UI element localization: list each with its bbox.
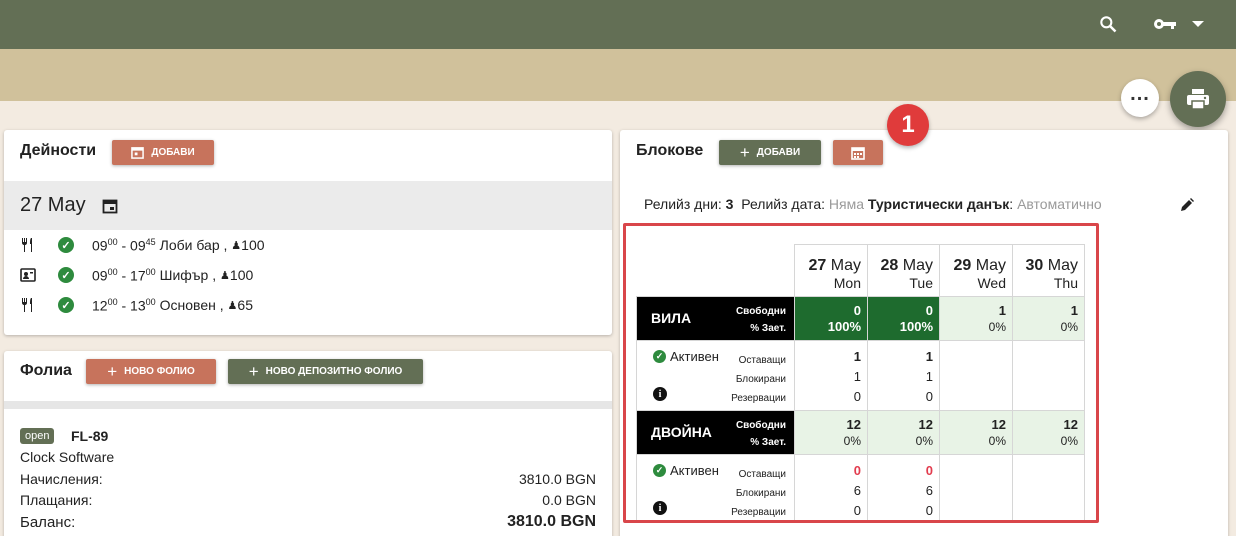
folio-number[interactable]: FL-89 (71, 428, 108, 444)
print-icon (1187, 89, 1209, 110)
plus-icon: + (739, 143, 750, 162)
activity-guests: 100 (241, 237, 265, 253)
plus-icon: + (107, 362, 118, 381)
balance-label: Баланс: (20, 514, 76, 531)
activity-time: 0900 - 1700 (92, 266, 156, 284)
release-date-value: Няма (828, 196, 864, 212)
add-block-label: ДОБАВИ (756, 147, 801, 158)
calendar-icon (851, 146, 865, 160)
blocks-title: Блокове (636, 142, 704, 159)
add-activity-label: ДОБАВИ (151, 147, 195, 158)
highlight-frame (623, 223, 1099, 523)
check-icon: ✓ (58, 237, 74, 253)
activity-name: Шифър (159, 267, 209, 283)
activity-time: 0900 - 0945 (92, 236, 156, 254)
tourist-tax-value: Автоматично (1017, 196, 1102, 212)
charges-value: 3810.0 BGN (518, 471, 596, 487)
folios-title: Фолиа (20, 362, 72, 379)
calendar-icon (131, 147, 145, 159)
chevron-down-icon[interactable] (1186, 12, 1210, 36)
header-band (0, 49, 1236, 101)
check-icon: ✓ (58, 267, 74, 283)
new-folio-label: НОВО ФОЛИО (124, 366, 195, 377)
activity-time: 1200 - 1300 (92, 296, 156, 314)
check-icon: ✓ (58, 297, 74, 313)
search-icon[interactable] (1096, 12, 1120, 36)
charges-label: Начисления: (20, 471, 103, 487)
activities-title: Дейности (20, 142, 97, 159)
person-icon: ♟ (231, 239, 242, 252)
plus-icon: + (248, 362, 259, 381)
release-info: Релийз дни: 3 Релийз дата: Няма Туристич… (644, 196, 1102, 212)
presentation-icon (20, 268, 36, 282)
calendar-icon[interactable] (102, 198, 118, 217)
person-icon: ♟ (227, 299, 238, 312)
payments-label: Плащания: (20, 492, 93, 508)
restaurant-icon (22, 238, 32, 252)
date-band (4, 181, 612, 230)
balance-value: 3810.0 BGN (507, 513, 596, 530)
more-actions-button[interactable]: ... (1121, 79, 1159, 117)
activities-date: 27 May (20, 194, 86, 216)
activity-row[interactable]: ✓ 0900 - 0945 Лоби бар , ♟ 100 (20, 235, 265, 255)
person-icon: ♟ (220, 269, 230, 282)
top-app-bar (0, 0, 1236, 49)
new-folio-button[interactable]: + НОВО ФОЛИО (86, 359, 216, 384)
activity-guests: 100 (229, 267, 254, 283)
folio-company: Clock Software (20, 449, 115, 465)
activity-row[interactable]: ✓ 0900 - 1700 Шифър , ♟ 100 (20, 265, 253, 285)
release-date-label: Релийз дата: (741, 196, 825, 212)
release-days-value: 3 (725, 196, 734, 212)
payments-value: 0.0 BGN (542, 492, 596, 508)
key-icon[interactable] (1152, 12, 1178, 36)
add-block-button[interactable]: + ДОБАВИ (719, 140, 821, 165)
notification-badge: 1 (887, 104, 929, 146)
folio-divider (4, 401, 612, 409)
folio-status-badge: open (20, 428, 55, 444)
activity-guests: 65 (237, 297, 253, 313)
release-days-label: Релийз дни: (644, 196, 722, 212)
restaurant-icon (22, 298, 32, 312)
new-deposit-folio-label: НОВО ДЕПОЗИТНО ФОЛИО (265, 366, 403, 377)
tourist-tax-label: Туристически данък (867, 196, 1010, 212)
add-activity-button[interactable]: ДОБАВИ (112, 140, 214, 165)
print-button[interactable] (1170, 71, 1226, 127)
activity-name: Лоби бар (159, 237, 220, 253)
edit-icon[interactable] (1180, 198, 1194, 215)
activity-name: Основен (159, 297, 216, 313)
block-calendar-button[interactable] (833, 140, 883, 165)
activity-row[interactable]: ✓ 1200 - 1300 Основен , ♟ 65 (20, 295, 253, 315)
new-deposit-folio-button[interactable]: + НОВО ДЕПОЗИТНО ФОЛИО (228, 359, 423, 384)
